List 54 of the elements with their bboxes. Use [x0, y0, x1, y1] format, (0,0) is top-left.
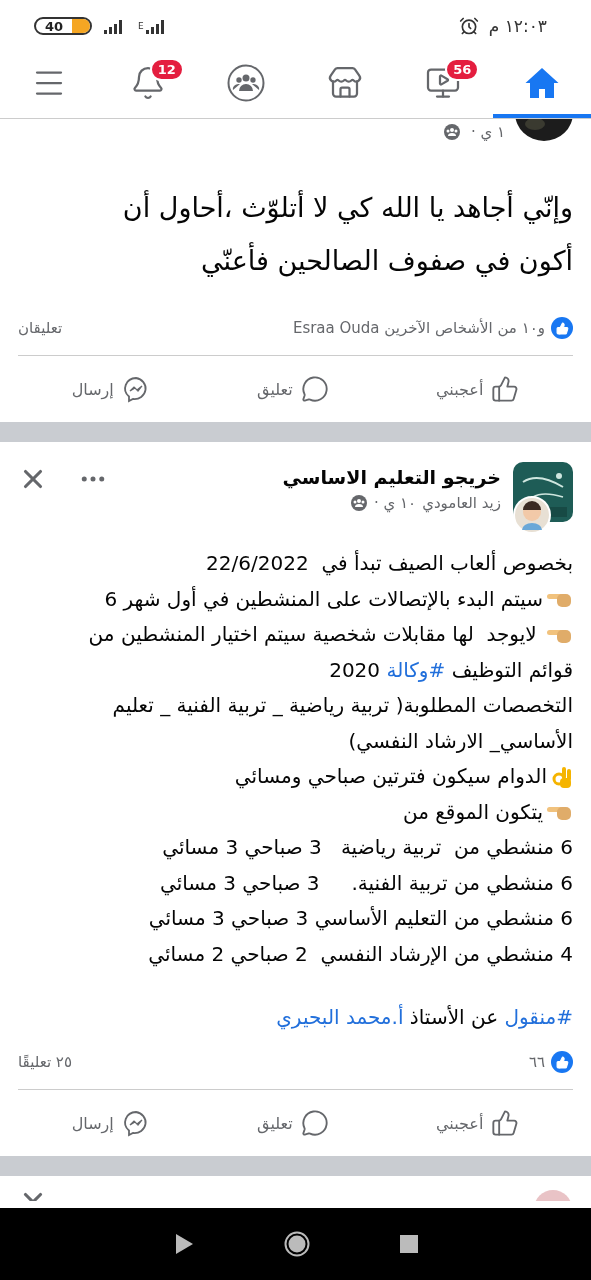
like-reaction-icon — [551, 317, 573, 339]
action-label[interactable]: أعجبني — [436, 1113, 484, 1133]
post-time: ١٠ ي · — [374, 494, 417, 512]
people-icon — [227, 64, 266, 102]
post-text: يتكون الموقع من — [402, 798, 543, 826]
action-label[interactable]: تعليق — [257, 379, 293, 399]
profile-avatar — [513, 496, 551, 534]
alarm-icon — [458, 16, 479, 36]
action-label[interactable]: تعليق — [257, 1113, 293, 1133]
home-icon — [523, 65, 560, 101]
comments-count[interactable]: تعليقان — [18, 319, 63, 337]
reactions-count[interactable]: و١٠ من الأشخاص الآخرين Esraa Ouda — [292, 319, 545, 337]
network-type: E — [138, 21, 144, 31]
speech-bubble-icon — [300, 375, 329, 403]
post-text: لايوجد لها مقابلات شخصية سيتم اختيار المنشطين من — [88, 621, 538, 648]
post-text: 6 منشطي من تربية الفنية. 3 صباحي 3 مسائي — [160, 869, 573, 898]
hashtag-link[interactable]: #وكالة — [386, 657, 446, 682]
back-icon[interactable] — [173, 1233, 194, 1255]
action-label[interactable]: إرسال — [71, 1113, 114, 1133]
hashtag-link[interactable]: أ.محمد البحيري — [276, 1005, 404, 1029]
notification-badge: 56 — [445, 58, 480, 81]
friends-icon — [350, 494, 368, 512]
post-text: 4 منشطي من الإرشاد النفسي 2 صباحي 2 مسائي — [148, 940, 573, 969]
speech-bubble-icon — [300, 1109, 329, 1137]
post-text: وإنّي أجاهد يا الله كي لا أتلوّث ،أحاول أن — [122, 192, 573, 223]
nav-tab[interactable]: 56 — [394, 52, 493, 118]
post-text: 6 منشطي من تربية رياضية 3 صباحي 3 مسائي — [162, 834, 573, 862]
home-button-icon[interactable] — [283, 1231, 310, 1257]
action-label[interactable]: أعجبني — [436, 379, 484, 399]
post-text: سيتم البدء بالإتصالات على المنشطين في أول شهر 6 — [104, 585, 543, 614]
post-time: ١ ي · — [470, 123, 505, 141]
post-text: بخصوص ألعاب الصيف تبدأ في 22/6/2022 — [206, 549, 573, 578]
post-text: التخصصات المطلوبة( تربية رياضية _ تربية الفنية _ تعليم — [112, 692, 573, 719]
post-text: الدوام سيكون فترتين صباحي ومسائي — [234, 763, 547, 791]
action-label[interactable]: إرسال — [71, 379, 114, 399]
post-text: 6 منشطي من التعليم الأساسي 3 صباحي 3 مسائي — [148, 905, 573, 933]
like-reaction-icon — [551, 1051, 573, 1073]
friends-icon — [442, 123, 461, 141]
post-text: الأساسي_ الارشاد النفسي) — [348, 727, 573, 756]
notification-badge: 12 — [149, 58, 184, 81]
post-text: #منقول عن الأستاذ أ.محمد البحيري — [275, 1003, 573, 1032]
author-name[interactable]: زيد العامودي — [422, 494, 501, 512]
comments-count[interactable]: ٢٥ تعليقًا — [18, 1053, 72, 1071]
reactions-count[interactable]: ٦٦ — [528, 1053, 545, 1071]
hashtag-link[interactable]: #منقول — [504, 1005, 573, 1029]
ok-hand-icon — [551, 764, 573, 789]
clock-time: ١٢:٠٣ م — [488, 16, 547, 36]
page-name[interactable]: خريجو التعليم الاساسي — [120, 466, 501, 488]
store-icon — [326, 65, 363, 101]
thumbs-up-icon — [491, 375, 520, 403]
thumbs-up-icon — [491, 1109, 520, 1137]
battery-indicator: 40 — [34, 17, 92, 35]
nav-tab[interactable]: 12 — [98, 52, 197, 118]
recents-icon[interactable] — [399, 1235, 418, 1253]
